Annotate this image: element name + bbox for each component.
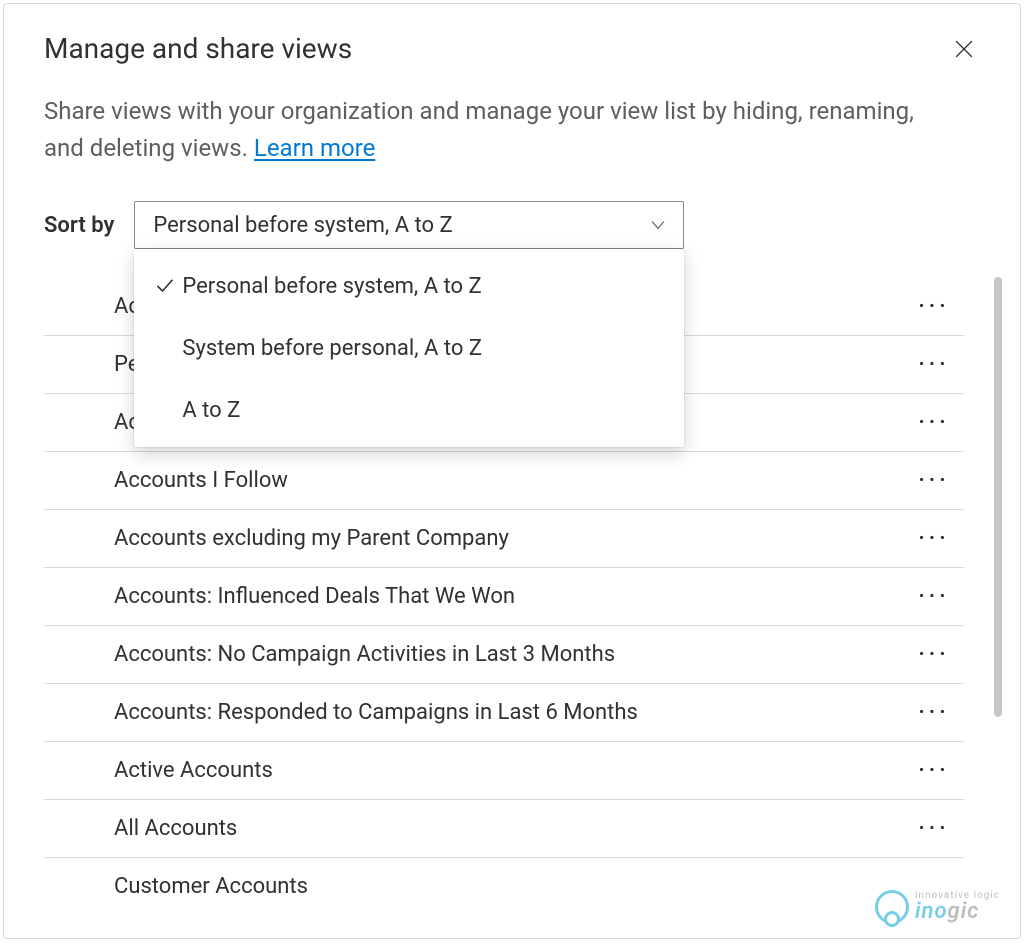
sort-select-value: Personal before system, A to Z [153, 213, 452, 238]
panel-header: Manage and share views [44, 32, 980, 65]
view-row[interactable]: All Accounts··· [44, 799, 964, 857]
close-button[interactable] [948, 33, 980, 65]
chevron-down-icon [651, 213, 665, 238]
view-name: Customer Accounts [114, 874, 956, 899]
view-row[interactable]: Accounts I Follow··· [44, 451, 964, 509]
ellipsis-icon: ··· [918, 758, 949, 783]
panel-description: Share views with your organization and m… [44, 93, 944, 167]
manage-views-panel: Manage and share views Share views with … [3, 3, 1021, 939]
ellipsis-icon: ··· [918, 584, 949, 609]
ellipsis-icon: ··· [918, 410, 949, 435]
more-actions-button[interactable]: ··· [912, 284, 956, 328]
sort-select[interactable]: Personal before system, A to Z [134, 201, 684, 249]
scrollbar[interactable] [994, 277, 1002, 717]
sort-option[interactable]: Personal before system, A to Z [134, 255, 684, 317]
view-row[interactable]: Accounts: Responded to Campaigns in Last… [44, 683, 964, 741]
sort-option-label: System before personal, A to Z [182, 336, 670, 361]
checkmark-icon [148, 276, 182, 296]
panel-title: Manage and share views [44, 32, 352, 65]
sort-option[interactable]: A to Z [134, 379, 684, 441]
sort-option-label: A to Z [182, 398, 670, 423]
sort-by-label: Sort by [44, 213, 114, 238]
scrollbar-thumb[interactable] [994, 277, 1002, 717]
ellipsis-icon: ··· [918, 468, 949, 493]
view-name: Accounts: No Campaign Activities in Last… [114, 642, 912, 667]
view-name: Active Accounts [114, 758, 912, 783]
more-actions-button[interactable]: ··· [912, 749, 956, 793]
more-actions-button[interactable]: ··· [912, 517, 956, 561]
ellipsis-icon: ··· [918, 642, 949, 667]
close-icon [955, 40, 973, 58]
more-actions-button[interactable]: ··· [912, 343, 956, 387]
view-row[interactable]: Customer Accounts [44, 857, 964, 915]
ellipsis-icon: ··· [918, 526, 949, 551]
ellipsis-icon: ··· [918, 700, 949, 725]
description-text: Share views with your organization and m… [44, 97, 914, 162]
sort-option-label: Personal before system, A to Z [182, 274, 670, 299]
view-name: Accounts: Responded to Campaigns in Last… [114, 700, 912, 725]
view-name: Accounts I Follow [114, 468, 912, 493]
view-name: All Accounts [114, 816, 912, 841]
more-actions-button[interactable]: ··· [912, 575, 956, 619]
ellipsis-icon: ··· [918, 294, 949, 319]
ellipsis-icon: ··· [918, 816, 949, 841]
sort-dropdown: Personal before system, A to Z System bef… [134, 249, 684, 447]
learn-more-link[interactable]: Learn more [254, 134, 375, 162]
more-actions-button[interactable]: ··· [912, 459, 956, 503]
sort-row: Sort by Personal before system, A to Z P… [44, 201, 980, 249]
more-actions-button[interactable]: ··· [912, 807, 956, 851]
view-name: Accounts excluding my Parent Company [114, 526, 912, 551]
sort-select-wrap: Personal before system, A to Z Personal … [134, 201, 684, 249]
view-row[interactable]: Accounts excluding my Parent Company··· [44, 509, 964, 567]
ellipsis-icon: ··· [918, 352, 949, 377]
more-actions-button[interactable]: ··· [912, 691, 956, 735]
view-row[interactable]: Accounts: Influenced Deals That We Won··… [44, 567, 964, 625]
more-actions-button[interactable]: ··· [912, 633, 956, 677]
more-actions-button[interactable]: ··· [912, 401, 956, 445]
view-row[interactable]: Accounts: No Campaign Activities in Last… [44, 625, 964, 683]
view-name: Accounts: Influenced Deals That We Won [114, 584, 912, 609]
sort-option[interactable]: System before personal, A to Z [134, 317, 684, 379]
view-row[interactable]: Active Accounts··· [44, 741, 964, 799]
